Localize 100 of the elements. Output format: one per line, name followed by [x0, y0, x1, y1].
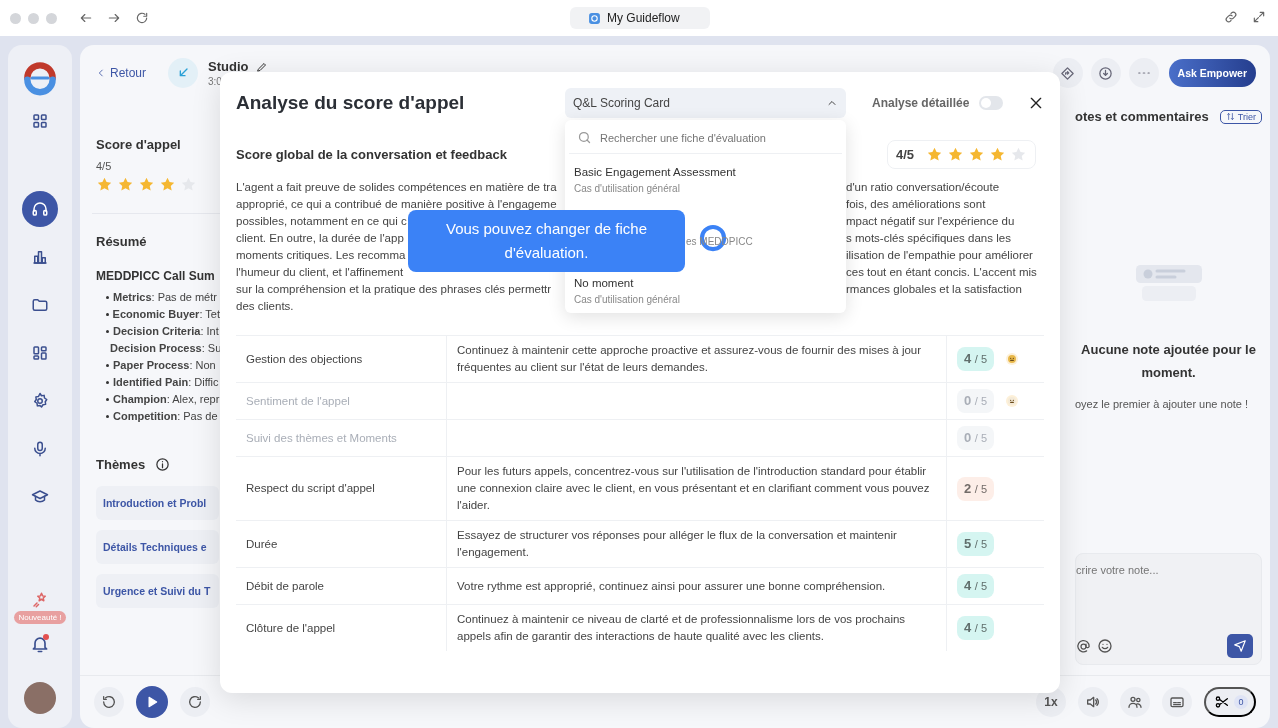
summary-text-line: client. En outre, la durée de l'app: [236, 231, 404, 246]
info-icon[interactable]: [155, 457, 171, 472]
criterion-name: Clôture de l'appel: [246, 621, 336, 634]
share-button[interactable]: [1052, 58, 1083, 88]
summary-bullet: Competition: Pas de: [113, 409, 218, 424]
star-icon: [138, 176, 155, 193]
feedback-text: Pour les futurs appels, concentrez-vous sur l'utilisation de l'introduction standard pour établir une connexion claire avec le client, en vous présentant et en clarifiant comment vous pouvez l'aider.: [457, 465, 930, 511]
chevron-left-icon: [96, 68, 106, 78]
summary-text-line: possibles, notamment en ce qui c: [236, 214, 407, 229]
close-button[interactable]: [1028, 95, 1044, 111]
emoji-icon[interactable]: [1097, 638, 1113, 654]
star-icon: [159, 176, 176, 193]
summary-text-line: sur la compréhension et la pratique des phrases clés permettr: [236, 282, 552, 297]
expand-icon[interactable]: [1252, 10, 1266, 24]
scorecard-select[interactable]: Q&L Scoring Card: [565, 88, 846, 118]
participants-button[interactable]: [1120, 687, 1150, 717]
send-button[interactable]: [1227, 634, 1253, 658]
feedback-text: Continuez à maintenir cette approche proactive et assurez-vous de fournir des mises à jour fréquentes au client sur l'état de leurs demandes.: [457, 344, 922, 373]
forward-arrow-icon[interactable]: [107, 11, 121, 25]
forward-button[interactable]: [180, 687, 210, 717]
scorecard-option[interactable]: No moment Cas d'utilisation général: [565, 273, 846, 313]
rewind-ten-icon: [101, 694, 117, 710]
nav-button[interactable]: [22, 191, 58, 227]
download-button[interactable]: [1090, 58, 1121, 88]
people-icon: [1127, 694, 1143, 710]
pencil-icon[interactable]: [256, 60, 269, 73]
criterion-name: Suivi des thèmes et Moments: [246, 431, 397, 444]
rewind-button[interactable]: [94, 687, 124, 717]
clips-count: 0: [1234, 695, 1248, 709]
ask-empower-button[interactable]: Ask Empower: [1168, 59, 1256, 87]
search-field[interactable]: Rechercher une fiche d'évaluation: [600, 131, 830, 144]
summary-text-line: des clients.: [236, 299, 294, 314]
bell-icon[interactable]: [30, 634, 50, 654]
sort-button[interactable]: Trier: [1219, 109, 1262, 124]
window-control-dot[interactable]: [46, 12, 57, 24]
settings-icon: [31, 392, 49, 410]
summary-text-line: s mots-clés spécifiques dans les: [846, 231, 1011, 246]
summary-title: Résumé: [96, 234, 148, 249]
summary-text-line: ces tout en étant concis. L'accent mis: [846, 265, 1037, 280]
detailed-analysis-toggle[interactable]: [979, 96, 1004, 110]
score-badge: 4 / 5: [957, 347, 995, 371]
modal-title: Analyse du score d'appel: [236, 92, 466, 114]
tooltip: Vous pouvez changer de fiche d'évaluation.: [408, 210, 685, 272]
window-control-dot[interactable]: [10, 12, 21, 24]
link-icon[interactable]: [1224, 10, 1238, 24]
theme-item[interactable]: Urgence et Suivi du T: [96, 574, 219, 608]
score-badge: 0 / 5: [957, 426, 995, 450]
back-link[interactable]: Retour: [96, 66, 147, 80]
note-input-field[interactable]: crire votre note...: [1076, 564, 1253, 576]
score-title: Score d'appel: [96, 137, 182, 152]
folder-icon: [31, 296, 49, 314]
theme-item[interactable]: Détails Techniques e: [96, 530, 219, 564]
criterion-name: Respect du script d'appel: [246, 482, 375, 494]
empty-notes-hint: oyez le premier à ajouter une note !: [1075, 398, 1250, 410]
call-duration: 3:0: [208, 76, 222, 87]
criterion-name: Sentiment de l'appel: [246, 394, 350, 407]
play-button[interactable]: [136, 686, 168, 718]
summary-bullet: Identified Pain: Diffic: [113, 375, 219, 390]
score-value: 4/5: [96, 160, 112, 172]
star-icon: [96, 176, 113, 193]
mention-icon[interactable]: [1076, 638, 1091, 654]
score-badge: 4 / 5: [957, 574, 995, 598]
summary-text-line: rmances globales et la satisfaction: [846, 282, 1022, 297]
summary-text-line: L'agent a fait preuve de solides compétences en matière de tra: [236, 180, 557, 195]
captions-button[interactable]: [1162, 687, 1192, 717]
summary-text-line: l'humeur du client, et l'affinement: [236, 265, 404, 280]
headset-icon: [31, 200, 49, 218]
browser-tab[interactable]: My Guideflow: [570, 7, 710, 29]
themes-title: Thèmes: [96, 457, 146, 472]
feedback-text: Votre rythme est approprié, continuez ainsi pour assurer une bonne compréhension.: [457, 579, 886, 592]
summary-text-line: approprié, ce qui a contribué de manière positive à l'engageme: [236, 197, 557, 212]
star-icon: [1010, 146, 1027, 163]
star-icon: [117, 176, 134, 193]
send-icon: [1233, 639, 1247, 653]
star-icon: [968, 146, 985, 163]
criterion-name: Durée: [246, 537, 278, 550]
star-icon: [947, 146, 964, 163]
summary-text-line: mpact négatif sur l'expérience du: [846, 214, 1015, 229]
emoji-face-icon: [1004, 393, 1021, 409]
search-icon: [577, 130, 592, 145]
avatar[interactable]: [24, 682, 56, 714]
forward-ten-icon: [187, 694, 203, 710]
feedback-text: Essayez de structurer vos réponses pour alléger le flux de la conversation et maintenir l'engagement.: [457, 529, 897, 558]
summary-heading: MEDDPICC Call Sum: [96, 269, 215, 283]
summary-text-line: ilisation de l'empathie pour améliorer: [846, 248, 1033, 263]
clips-button[interactable]: 0: [1204, 687, 1256, 717]
summary-text-line: d'un ratio conversation/écoute: [846, 180, 1000, 195]
toggle-label: Analyse détaillée: [872, 96, 970, 110]
window-control-dot[interactable]: [28, 12, 39, 24]
reload-icon[interactable]: [135, 11, 149, 25]
summary-text-line: moments critiques. Les recomma: [236, 248, 406, 263]
summary-bullet: Paper Process: Non: [113, 358, 216, 373]
volume-button[interactable]: [1078, 687, 1108, 717]
theme-item[interactable]: Introduction et Probl: [96, 486, 219, 520]
summary-bullet: Decision Criteria: Int: [113, 324, 219, 339]
dashboard-icon: [31, 344, 49, 362]
back-arrow-icon[interactable]: [79, 11, 93, 25]
play-icon: [145, 695, 159, 709]
captions-icon: [1169, 694, 1185, 710]
score-value: 4/5: [895, 147, 914, 162]
